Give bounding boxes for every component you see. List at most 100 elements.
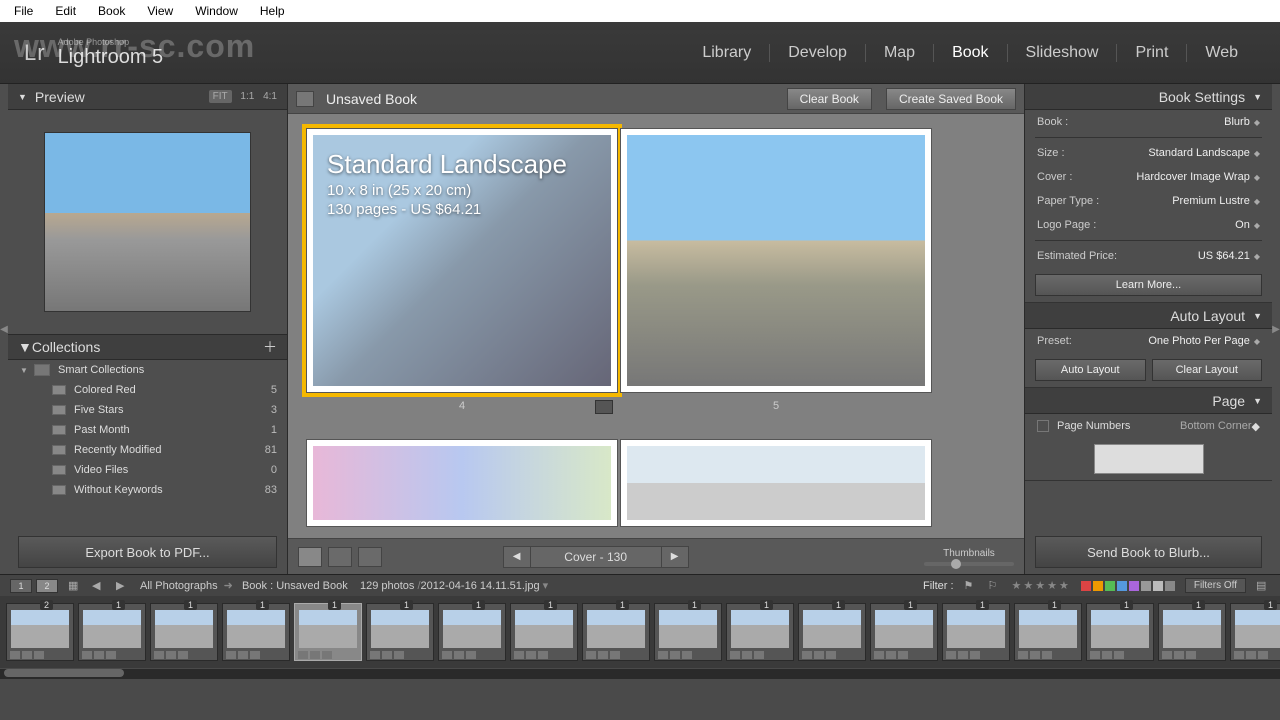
menu-window[interactable]: Window	[185, 2, 248, 20]
filmstrip-thumbnail[interactable]: 1	[798, 603, 866, 661]
prev-page-button[interactable]: ◀	[503, 546, 531, 568]
grid-view-icon[interactable]	[296, 91, 314, 107]
book-settings-header[interactable]: Book Settings ▼	[1025, 84, 1272, 110]
filmstrip-thumbnail[interactable]: 1	[942, 603, 1010, 661]
menu-file[interactable]: File	[4, 2, 43, 20]
nav-forward-icon[interactable]: ▶	[116, 579, 130, 593]
menu-help[interactable]: Help	[250, 2, 295, 20]
collection-item[interactable]: Colored Red5	[8, 380, 287, 400]
filmstrip-thumbnail[interactable]: 1	[510, 603, 578, 661]
book-spreads-area[interactable]: Standard Landscape 10 x 8 in (25 x 20 cm…	[288, 114, 1024, 538]
multi-page-view-icon[interactable]	[298, 547, 322, 567]
collection-item[interactable]: Video Files0	[8, 460, 287, 480]
filmstrip-thumbnail[interactable]: 1	[294, 603, 362, 661]
paper-row[interactable]: Paper Type :Premium Lustre◆	[1025, 189, 1272, 213]
color-chip[interactable]	[1105, 581, 1115, 591]
module-develop[interactable]: Develop	[770, 44, 866, 62]
collections-panel-header[interactable]: ▼ Collections ＋	[8, 334, 287, 360]
book-page-5[interactable]: 5	[620, 128, 932, 393]
book-page-7[interactable]	[620, 439, 932, 527]
fit-button[interactable]: FIT	[209, 90, 232, 103]
filmstrip-thumbnail[interactable]: 1	[366, 603, 434, 661]
send-book-blurb-button[interactable]: Send Book to Blurb...	[1035, 536, 1262, 568]
color-label-filter[interactable]	[1081, 581, 1175, 591]
filmstrip-thumbnail[interactable]: 1	[726, 603, 794, 661]
filmstrip-thumbnail[interactable]: 1	[582, 603, 650, 661]
preset-row[interactable]: Preset:One Photo Per Page◆	[1025, 329, 1272, 353]
right-panel-toggle[interactable]: ▶	[1272, 84, 1280, 574]
checkbox-icon[interactable]	[1037, 420, 1049, 432]
page-menu-icon[interactable]	[595, 400, 613, 414]
filmstrip-thumbnail[interactable]: 1	[150, 603, 218, 661]
module-web[interactable]: Web	[1187, 44, 1256, 62]
page-template-swatch[interactable]	[1094, 444, 1204, 474]
module-print[interactable]: Print	[1117, 44, 1187, 62]
book-page-4[interactable]: Standard Landscape 10 x 8 in (25 x 20 cm…	[306, 128, 618, 393]
collection-item[interactable]: Five Stars3	[8, 400, 287, 420]
scrollbar-thumb[interactable]	[4, 669, 124, 677]
color-chip[interactable]	[1141, 581, 1151, 591]
filmstrip-thumbnail[interactable]: 1	[438, 603, 506, 661]
grid-icon[interactable]: ▦	[68, 579, 82, 593]
smart-collections-folder[interactable]: ▼ Smart Collections	[8, 360, 287, 380]
filmstrip[interactable]: 211111111111111111	[0, 596, 1280, 668]
next-page-button[interactable]: ▶	[661, 546, 689, 568]
module-library[interactable]: Library	[684, 44, 770, 62]
preview-panel-header[interactable]: ▼ Preview FIT 1:1 4:1	[8, 84, 287, 110]
export-book-pdf-button[interactable]: Export Book to PDF...	[18, 536, 277, 568]
thumbnail-size-slider[interactable]	[924, 562, 1014, 566]
filters-dropdown[interactable]: Filters Off	[1185, 578, 1246, 593]
menu-view[interactable]: View	[137, 2, 183, 20]
left-panel-toggle[interactable]: ◀	[0, 84, 8, 574]
color-chip[interactable]	[1117, 581, 1127, 591]
create-saved-book-button[interactable]: Create Saved Book	[886, 88, 1016, 110]
single-page-view-icon[interactable]	[358, 547, 382, 567]
filmstrip-thumbnail[interactable]: 1	[1158, 603, 1226, 661]
filmstrip-thumbnail[interactable]: 1	[222, 603, 290, 661]
breadcrumb[interactable]: All Photographs➜ Book : Unsaved Book 129…	[140, 579, 548, 592]
menu-book[interactable]: Book	[88, 2, 135, 20]
module-slideshow[interactable]: Slideshow	[1008, 44, 1118, 62]
display-1-button[interactable]: 1	[10, 579, 32, 593]
size-row[interactable]: Size :Standard Landscape◆	[1025, 141, 1272, 165]
book-page-6[interactable]	[306, 439, 618, 527]
collection-item[interactable]: Recently Modified81	[8, 440, 287, 460]
rating-filter[interactable]: ★★★★★	[1012, 579, 1071, 592]
module-book[interactable]: Book	[934, 44, 1007, 62]
page-panel-header[interactable]: Page ▼	[1025, 388, 1272, 414]
color-chip[interactable]	[1081, 581, 1091, 591]
color-chip[interactable]	[1153, 581, 1163, 591]
filmstrip-thumbnail[interactable]: 1	[78, 603, 146, 661]
ratio-1-1[interactable]: 1:1	[240, 91, 254, 102]
filmstrip-scrollbar[interactable]	[0, 669, 1280, 679]
page-numbers-row[interactable]: Page Numbers Bottom Corner ◆	[1025, 414, 1272, 438]
logo-page-row[interactable]: Logo Page :On◆	[1025, 213, 1272, 237]
auto-layout-button[interactable]: Auto Layout	[1035, 359, 1146, 381]
slider-knob[interactable]	[951, 559, 961, 569]
learn-more-button[interactable]: Learn More...	[1035, 274, 1262, 296]
add-collection-icon[interactable]: ＋	[263, 337, 277, 357]
color-chip[interactable]	[1165, 581, 1175, 591]
filmstrip-thumbnail[interactable]: 1	[870, 603, 938, 661]
display-2-button[interactable]: 2	[36, 579, 58, 593]
menu-edit[interactable]: Edit	[45, 2, 86, 20]
clear-book-button[interactable]: Clear Book	[787, 88, 872, 110]
filmstrip-thumbnail[interactable]: 1	[1086, 603, 1154, 661]
filmstrip-thumbnail[interactable]: 1	[1230, 603, 1280, 661]
clear-layout-button[interactable]: Clear Layout	[1152, 359, 1263, 381]
auto-layout-header[interactable]: Auto Layout ▼	[1025, 303, 1272, 329]
nav-back-icon[interactable]: ◀	[92, 579, 106, 593]
flag-rejected-icon[interactable]: ⚐	[988, 579, 1002, 593]
ratio-4-1[interactable]: 4:1	[263, 91, 277, 102]
flag-picked-icon[interactable]: ⚑	[964, 579, 978, 593]
preview-fit-options[interactable]: FIT 1:1 4:1	[203, 91, 277, 102]
color-chip[interactable]	[1129, 581, 1139, 591]
preview-thumbnail[interactable]	[44, 132, 251, 312]
filmstrip-thumbnail[interactable]: 2	[6, 603, 74, 661]
filmstrip-thumbnail[interactable]: 1	[1014, 603, 1082, 661]
collection-item[interactable]: Past Month1	[8, 420, 287, 440]
book-service-row[interactable]: Book :Blurb◆	[1025, 110, 1272, 134]
filter-lock-icon[interactable]: ▤	[1256, 579, 1270, 593]
color-chip[interactable]	[1093, 581, 1103, 591]
cover-row[interactable]: Cover :Hardcover Image Wrap◆	[1025, 165, 1272, 189]
